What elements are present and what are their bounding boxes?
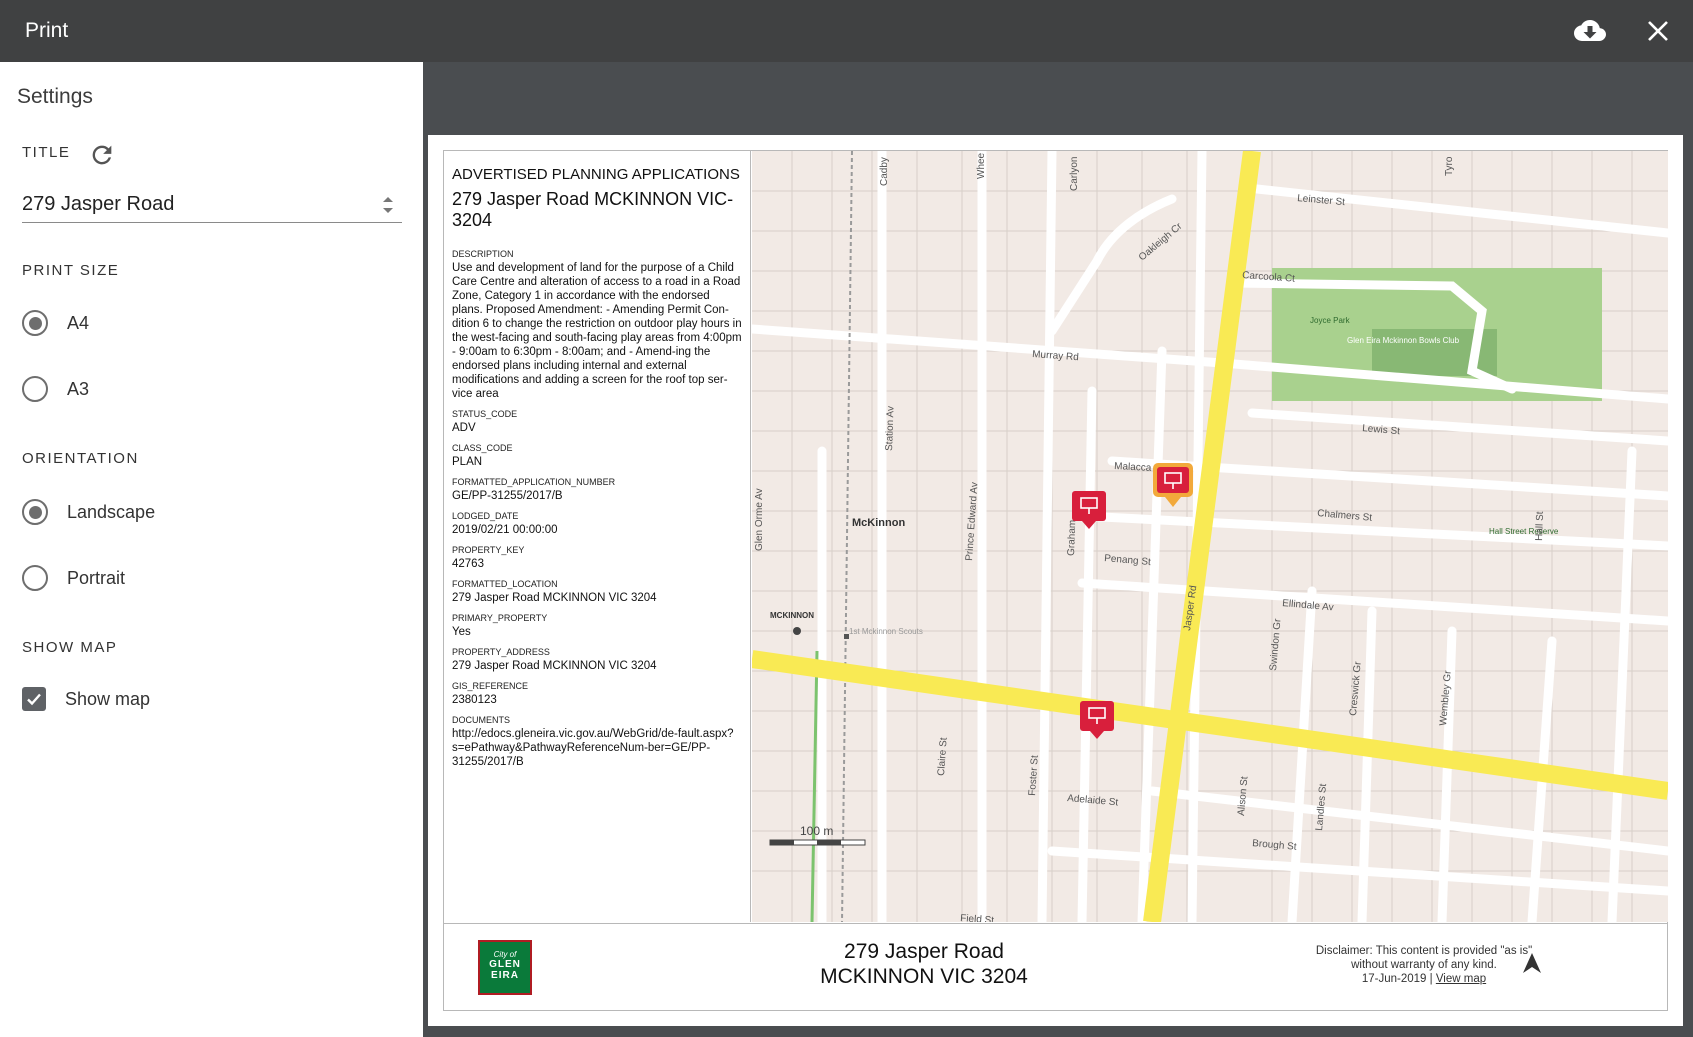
label-hall-reserve: Hall Street Reserve — [1489, 527, 1559, 536]
label-joyce-park: Joyce Park — [1310, 316, 1351, 325]
title-input[interactable] — [22, 187, 402, 223]
city-logo: City of GLEN EIRA — [478, 940, 532, 995]
field-value: PLAN — [452, 456, 483, 468]
field-value: 279 Jasper Road MCKINNON VIC 3204 — [452, 592, 657, 604]
radio-portrait[interactable]: Portrait — [22, 565, 125, 591]
field-key: DOCUMENTS — [452, 715, 510, 725]
date-separator: | — [1429, 973, 1433, 985]
radio-button[interactable] — [22, 376, 48, 402]
view-map-link[interactable]: View map — [1436, 973, 1486, 985]
footer-address: 279 Jasper Road MCKINNON VIC 3204 — [774, 939, 1074, 989]
radio-landscape[interactable]: Landscape — [22, 499, 155, 525]
refresh-icon[interactable] — [88, 141, 116, 169]
north-arrow-icon — [1523, 953, 1541, 973]
orientation-label: ORIENTATION — [22, 450, 139, 467]
map-canvas[interactable]: Leinster St Oakleigh Cr Carcoola Ct Joyc… — [752, 151, 1668, 922]
field-value: http://edocs.gleneira.vic.gov.au/WebGrid… — [452, 728, 734, 768]
field-value: ADV — [452, 422, 476, 434]
label-graham: Graham — [1066, 520, 1078, 556]
label-hall: Hall St — [1534, 511, 1546, 541]
label-scouts: 1st Mckinnon Scouts — [849, 627, 923, 636]
field-key: LODGED_DATE — [452, 511, 519, 521]
show-map-checkbox[interactable] — [22, 687, 46, 711]
title-label: TITLE — [22, 144, 71, 161]
radio-label: A4 — [67, 312, 90, 333]
field-value: GE/PP-31255/2017/B — [452, 490, 563, 502]
info-address: 279 Jasper Road MCKINNON VIC-3204 — [452, 189, 734, 230]
close-icon — [1648, 21, 1668, 41]
print-preview-sheet: ADVERTISED PLANNING APPLICATIONS 279 Jas… — [428, 135, 1683, 1026]
field-value: 279 Jasper Road MCKINNON VIC 3204 — [452, 660, 657, 672]
label-mckinnon: McKinnon — [852, 517, 905, 529]
map[interactable]: Leinster St Oakleigh Cr Carcoola Ct Joyc… — [752, 151, 1668, 922]
number-spinner-icon[interactable] — [380, 193, 396, 217]
field-value: Yes — [452, 626, 471, 638]
checkmark-icon — [27, 693, 41, 706]
radio-a3[interactable]: A3 — [22, 376, 89, 402]
print-size-label: PRINT SIZE — [22, 262, 120, 279]
close-button[interactable] — [1635, 8, 1681, 54]
info-panel: ADVERTISED PLANNING APPLICATIONS 279 Jas… — [444, 151, 751, 922]
field-value: Use and development of land for the purp… — [452, 262, 742, 400]
radio-label: Landscape — [67, 501, 156, 522]
field-value: 2019/02/21 00:00:00 — [452, 524, 558, 536]
field-key: PROPERTY_KEY — [452, 545, 525, 555]
show-map-label: SHOW MAP — [22, 639, 118, 656]
label-carlyon: Carlyon — [1069, 157, 1080, 191]
field-key: FORMATTED_APPLICATION_NUMBER — [452, 477, 616, 487]
info-title: ADVERTISED PLANNING APPLICATIONS — [452, 166, 740, 183]
label-bowls-club: Glen Eira Mckinnon Bowls Club — [1347, 336, 1460, 345]
label-cadby: Cadby — [879, 157, 890, 186]
label-station: Station Av — [884, 406, 897, 451]
radio-button-selected[interactable] — [22, 310, 48, 336]
field-key: GIS_REFERENCE — [452, 681, 529, 691]
field-value: 2380123 — [452, 694, 497, 706]
settings-heading: Settings — [17, 85, 93, 108]
field-key: PRIMARY_PROPERTY — [452, 613, 548, 623]
label-malacca: Malacca — [1114, 461, 1152, 474]
print-footer: City of GLEN EIRA 279 Jasper Road MCKINN… — [444, 923, 1667, 1010]
svg-text:100 m: 100 m — [800, 824, 833, 838]
field-key: CLASS_CODE — [452, 443, 513, 453]
field-value: 42763 — [452, 558, 484, 570]
settings-panel: Settings TITLE PRINT SIZE A4 A3 ORIENTAT… — [0, 62, 423, 1037]
poi-marker — [844, 634, 849, 639]
dialog-title: Print — [25, 19, 69, 42]
footer-address-line1: 279 Jasper Road — [844, 940, 1004, 963]
checkbox-label: Show map — [65, 688, 151, 709]
radio-a4[interactable]: A4 — [22, 310, 89, 336]
label-glen-orme: Glen Orme Av — [754, 488, 765, 551]
field-key: PROPERTY_ADDRESS — [452, 647, 550, 657]
station-marker — [793, 627, 801, 635]
radio-button-selected[interactable] — [22, 499, 48, 525]
radio-label: A3 — [67, 378, 90, 399]
label-field: Field St — [960, 913, 995, 922]
download-button[interactable] — [1567, 8, 1613, 54]
field-key: DESCRIPTION — [452, 249, 514, 259]
print-date: 17-Jun-2019 — [1361, 973, 1427, 985]
label-wheeler: Whee — [976, 152, 987, 179]
top-bar: Print — [0, 0, 1693, 62]
cloud-download-icon — [1574, 20, 1606, 41]
label-tyrone: Tyro — [1444, 156, 1455, 176]
show-map-checkbox-row[interactable]: Show map — [22, 687, 150, 711]
field-key: STATUS_CODE — [452, 409, 518, 419]
radio-button[interactable] — [22, 565, 48, 591]
field-key: FORMATTED_LOCATION — [452, 579, 558, 589]
footer-address-line2: MCKINNON VIC 3204 — [820, 965, 1028, 988]
radio-label: Portrait — [67, 567, 126, 588]
label-mckinnon-station: MCKINNON — [770, 611, 814, 620]
